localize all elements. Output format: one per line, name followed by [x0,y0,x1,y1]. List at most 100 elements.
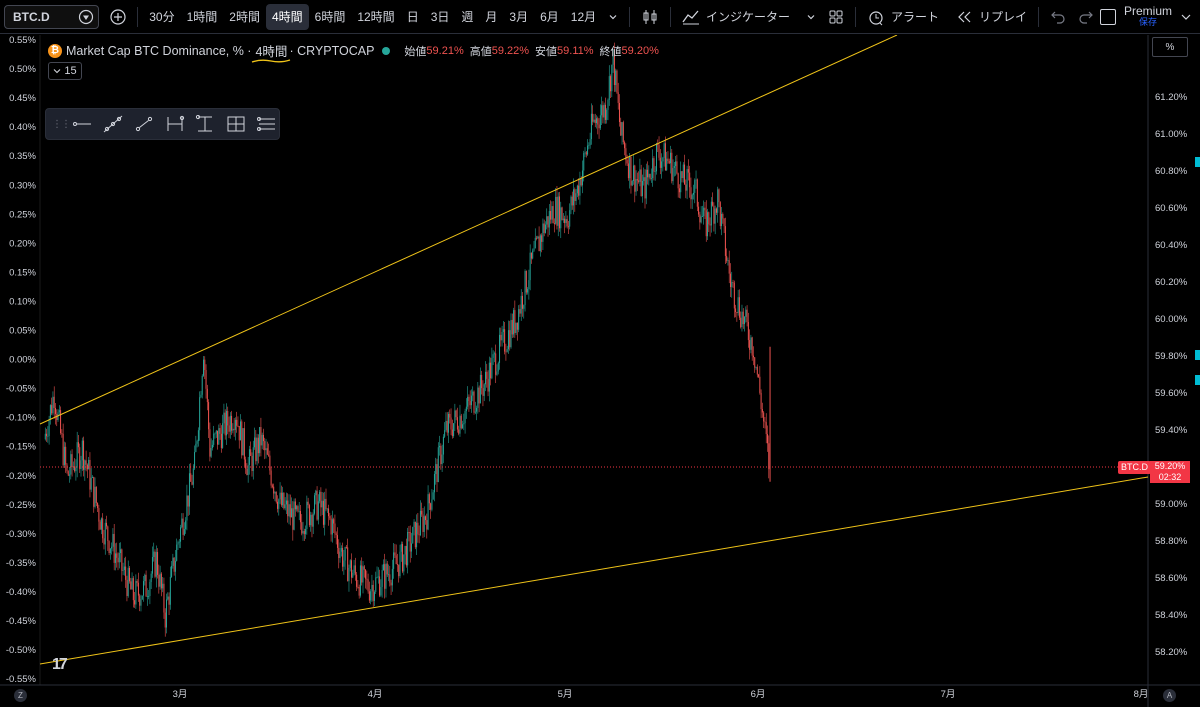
alert-marker[interactable] [1195,157,1200,167]
candle-body [557,196,559,226]
horizontal-line-tool-icon[interactable] [70,112,95,136]
candle-body [76,442,78,468]
candle-body [123,566,125,571]
candle-body [139,595,141,606]
time-axis-tick: 3月 [173,689,188,700]
timeframe-6時間[interactable]: 6時間 [309,4,352,30]
save-label[interactable]: 保存 [1139,17,1157,28]
candle-body [185,520,187,530]
candle-body [334,523,336,534]
candle-body [231,415,233,431]
candle-body [603,104,605,118]
candle-body [283,492,285,509]
candle-body [666,158,668,171]
candle-body [204,359,206,371]
candle-body [433,473,435,493]
candle-body [322,500,324,525]
candle-body [363,566,365,570]
date-price-range-tool-icon[interactable] [224,112,249,136]
zoom-z-icon[interactable]: Z [14,689,27,702]
candle-body [69,474,71,476]
date-range-tool-icon[interactable] [162,112,187,136]
drag-handle[interactable]: ⋮⋮ [52,119,71,130]
symbol-label: BTC.D [13,9,50,24]
left-axis-tick: 0.30% [9,180,36,191]
candle-body [670,152,672,164]
timeframe-3月[interactable]: 3月 [503,4,534,30]
candle-body [747,322,749,341]
candle-body [497,362,499,372]
candle-body [536,237,538,239]
layout-square-icon [1099,8,1116,25]
left-axis-tick: 0.05% [9,326,36,337]
candle-body [103,538,105,545]
close-label: 終値 [599,45,622,58]
auto-scale-icon[interactable]: A [1163,689,1176,702]
candle-body [81,440,83,461]
premium-save-area[interactable]: Premium 保存 [1099,5,1192,28]
candles-icon[interactable] [635,4,665,30]
symbol-price-tag: BTC.D [1118,461,1151,474]
candle-body [491,357,493,379]
layouts-grid-icon[interactable] [822,4,850,30]
percent-scale-button[interactable]: % [1152,37,1188,57]
settings-lines-icon[interactable] [254,112,279,136]
candle-body [266,448,268,455]
timeframe-月[interactable]: 月 [479,4,503,30]
price-range-tool-icon[interactable] [193,112,218,136]
tradingview-logo[interactable]: 17 [52,656,68,674]
candle-body [464,411,466,424]
replay-button[interactable]: リプレイ [951,4,1033,30]
timeframe-4時間[interactable]: 4時間 [265,3,309,30]
chevron-down-icon[interactable] [602,4,624,30]
compare-shield-icon[interactable] [78,9,94,25]
candle-body [654,171,656,173]
divider [670,6,672,27]
timeframe-日[interactable]: 日 [401,4,425,30]
ray-tool-icon[interactable] [131,112,156,136]
symbol-search[interactable]: BTC.D [4,4,100,29]
candle-body [200,394,202,398]
candle-body [472,391,474,396]
divider [855,6,856,27]
trend-line-tool-icon[interactable] [101,112,126,136]
candle-body [340,548,342,552]
alert-marker[interactable] [1195,375,1200,385]
candle-body [686,169,688,191]
candle-body [729,273,731,288]
candle-body [303,531,305,535]
indicators-button[interactable]: インジケーター [676,4,822,30]
candle-body [328,508,330,517]
candle-body [680,171,682,193]
alert-marker[interactable] [1195,350,1200,360]
candle-body [713,205,715,224]
timeframe-12時間[interactable]: 12時間 [351,4,400,30]
candle-body [141,595,143,600]
candle-body [414,521,416,548]
timeframe-週[interactable]: 週 [455,4,479,30]
timeframe-6月[interactable]: 6月 [534,4,565,30]
timeframe-12月[interactable]: 12月 [565,4,602,30]
timeframe-3日[interactable]: 3日 [425,4,456,30]
redo-icon[interactable] [1072,4,1100,30]
timeframe-30分[interactable]: 30分 [143,4,180,30]
candle-body [194,452,196,469]
indicator-collapse-button[interactable]: 15 [48,62,82,80]
left-axis-tick: 0.55% [9,35,36,46]
candle-body [527,289,529,293]
alert-button[interactable]: アラート [861,4,945,30]
candle-body [553,223,555,224]
candle-body [305,528,307,535]
timeframe-2時間[interactable]: 2時間 [223,4,266,30]
candle-body [652,158,654,179]
candle-body [468,396,470,401]
candle-body [647,169,649,178]
right-axis-tick: 61.20% [1155,92,1188,103]
add-symbol-icon[interactable] [109,8,127,26]
candle-body [430,503,432,510]
undo-icon[interactable] [1044,4,1072,30]
candle-body [61,433,63,434]
timeframe-1時間[interactable]: 1時間 [181,4,224,30]
candle-body [91,476,93,478]
candle-body [339,551,341,559]
